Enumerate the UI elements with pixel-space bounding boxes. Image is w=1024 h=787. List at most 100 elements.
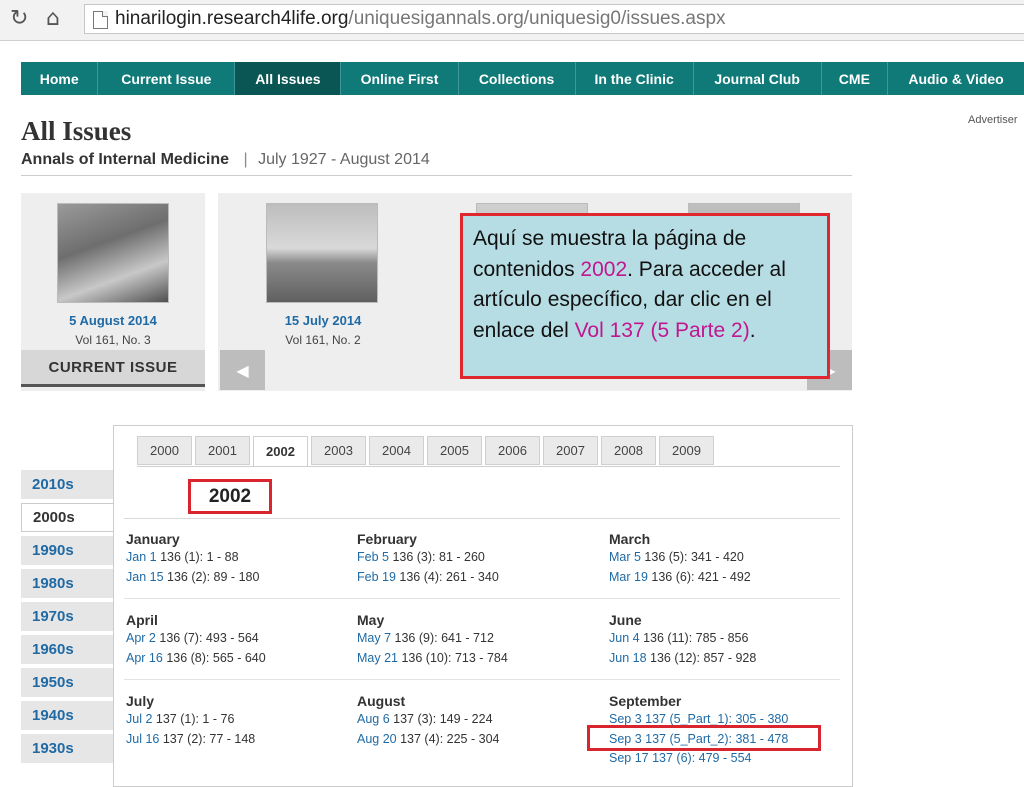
issue-link[interactable]: Jan 15 [126,570,164,584]
issue-pages: 136 (1): 1 - 88 [156,550,239,564]
current-issue-button[interactable]: CURRENT ISSUE [21,350,205,387]
title-divider [21,175,852,176]
issue-link[interactable]: Jun 4 [609,631,640,645]
issue-link[interactable]: Feb 19 [357,570,396,584]
issue-link[interactable]: Jan 1 [126,550,157,564]
issue-row: Jul 2 137 (1): 1 - 76 [126,712,356,732]
highlighted-issue-box [587,725,821,751]
issue-link[interactable]: Mar 5 [609,550,641,564]
decade-tab-2010s[interactable]: 2010s [21,470,113,499]
issue-row: Apr 2 136 (7): 493 - 564 [126,631,356,651]
url-text: hinarilogin.research4life.org/uniquesiga… [115,8,726,30]
issue-link[interactable]: Mar 19 [609,570,648,584]
decade-tab-1930s[interactable]: 1930s [21,734,113,763]
year-tab-2007[interactable]: 2007 [543,436,598,465]
current-issue-cover[interactable] [57,203,169,303]
year-heading: 2002 [188,479,272,514]
issue-link[interactable]: May 21 [357,651,398,665]
decade-tab-1950s[interactable]: 1950s [21,668,113,697]
current-issue-date[interactable]: 5 August 2014 [21,313,205,328]
issue-row: Feb 19 136 (4): 261 - 340 [357,570,587,590]
issue-pages: 136 (3): 81 - 260 [388,550,485,564]
issue-pages[interactable]: 137 (5_Part_1): 305 - 380 [642,712,788,726]
issue-date[interactable]: 15 July 2014 [218,313,428,328]
nav-in-the-clinic[interactable]: In the Clinic [576,62,694,95]
issue-link[interactable]: Jul 2 [126,712,152,726]
issue-pages: 136 (11): 785 - 856 [639,631,749,645]
year-tab-2000[interactable]: 2000 [137,436,192,465]
issue-pages: 137 (4): 225 - 304 [396,731,500,746]
issue-pages[interactable]: 137 (6): 479 - 554 [649,751,751,765]
issue-row: Jul 16 137 (2): 77 - 148 [126,732,356,752]
issue-pages: 136 (8): 565 - 640 [162,650,266,665]
page-title: All Issues [21,116,132,146]
issue-row: Jan 15 136 (2): 89 - 180 [126,570,356,590]
issue-vol: Vol 161, No. 2 [285,333,361,347]
issue-cover[interactable] [266,203,378,303]
issue-link[interactable]: Sep 17 [609,751,649,765]
year-tab-2005[interactable]: 2005 [427,436,482,465]
decade-tab-1980s[interactable]: 1980s [21,569,113,598]
month-name: July [126,693,155,709]
decade-tab-2000s[interactable]: 2000s [21,503,113,532]
issue-pages: 136 (4): 261 - 340 [395,569,499,584]
year-tab-2009[interactable]: 2009 [659,436,714,465]
issue-link[interactable]: Feb 5 [357,550,389,564]
decade-tab-1990s[interactable]: 1990s [21,536,113,565]
issue-row: Apr 16 136 (8): 565 - 640 [126,651,356,671]
issue-link[interactable]: Jul 16 [126,732,159,746]
nav-cme[interactable]: CME [822,62,889,95]
decade-tabs: 2010s 2000s 1990s 1980s 1970s 1960s 1950… [21,470,113,767]
url-host: hinarilogin.research4life.org [115,8,349,29]
current-issue-box: 5 August 2014 Vol 161, No. 3 CURRENT ISS… [21,193,205,391]
issue-row: Mar 19 136 (6): 421 - 492 [609,570,839,590]
row-divider [124,679,840,680]
issue-link[interactable]: Sep 3 [609,712,642,726]
year-tab-2001[interactable]: 2001 [195,436,250,465]
reload-icon[interactable]: ↻ [10,6,28,31]
month-name: September [609,693,682,709]
home-icon[interactable]: ⌂ [46,6,60,31]
month-name: March [609,531,651,547]
issue-link[interactable]: May 7 [357,631,391,645]
callout-text: . [749,318,756,342]
subtitle-separator: | [243,151,248,168]
month-block: January Jan 1 136 (1): 1 - 88 Jan 15 136… [126,531,356,589]
decade-tab-1960s[interactable]: 1960s [21,635,113,664]
advertisement-label: Advertiser [968,114,1018,126]
year-tab-2002[interactable]: 2002 [253,436,308,467]
month-name: August [357,693,406,709]
decade-tab-1940s[interactable]: 1940s [21,701,113,730]
year-tab-2006[interactable]: 2006 [485,436,540,465]
issue-row: Aug 20 137 (4): 225 - 304 [357,732,587,752]
decade-tab-1970s[interactable]: 1970s [21,602,113,631]
instruction-callout: Aquí se muestra la página de contenidos … [460,213,830,379]
nav-collections[interactable]: Collections [459,62,576,95]
issue-link[interactable]: Apr 2 [126,631,156,645]
issue-pages: 137 (1): 1 - 76 [152,712,235,726]
issue-link[interactable]: Apr 16 [126,651,163,665]
nav-all-issues[interactable]: All Issues [235,62,342,95]
issue-pages: 137 (3): 149 - 224 [389,712,493,726]
month-name: May [357,612,385,628]
year-tab-2004[interactable]: 2004 [369,436,424,465]
year-tab-2008[interactable]: 2008 [601,436,656,465]
month-block: May May 7 136 (9): 641 - 712 May 21 136 … [357,612,587,670]
issue-row: Feb 5 136 (3): 81 - 260 [357,550,587,570]
issue-link[interactable]: Aug 20 [357,732,397,746]
issue-row: Aug 6 137 (3): 149 - 224 [357,712,587,732]
issue-link[interactable]: Aug 6 [357,712,390,726]
nav-home[interactable]: Home [21,62,99,95]
nav-current-issue[interactable]: Current Issue [98,62,236,95]
year-tab-2003[interactable]: 2003 [311,436,366,465]
carousel-prev-button[interactable]: ◀ [220,350,265,390]
nav-audio-video[interactable]: Audio & Video [888,62,1024,95]
nav-online-first[interactable]: Online First [341,62,459,95]
address-bar[interactable]: hinarilogin.research4life.org/uniquesiga… [84,4,1024,34]
nav-journal-club[interactable]: Journal Club [694,62,822,95]
issue-pages: 136 (12): 857 - 928 [646,650,757,665]
year-tabs: 2000 2001 2002 2003 2004 2005 2006 2007 … [137,436,717,467]
month-block: April Apr 2 136 (7): 493 - 564 Apr 16 13… [126,612,356,670]
issue-pages: 136 (6): 421 - 492 [647,569,751,584]
issue-link[interactable]: Jun 18 [609,651,647,665]
